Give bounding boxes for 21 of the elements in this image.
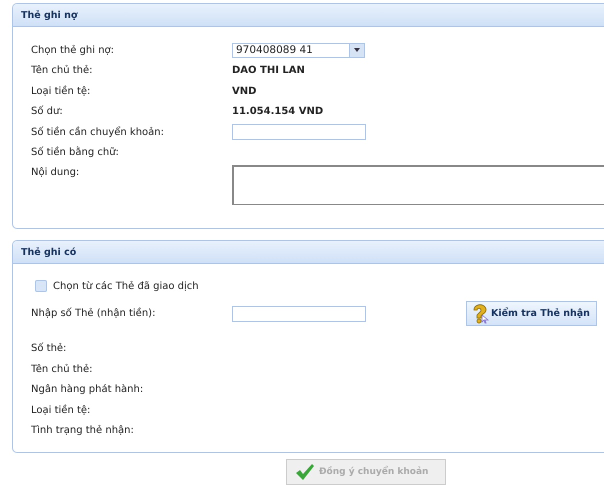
field-label: Ngân hàng phát hành: — [31, 384, 144, 396]
field-label: Loại tiền tệ: — [31, 404, 92, 416]
field-value: VND — [232, 86, 256, 97]
field-label: Loại tiền tệ: — [31, 86, 92, 97]
checkbox-label: Chọn từ các Thẻ đã giao dịch — [53, 280, 199, 292]
field-label: Số dư: — [31, 106, 64, 118]
field-label: Chọn thẻ ghi nợ: — [31, 44, 116, 56]
panel-title: Thẻ ghi nợ — [13, 4, 604, 27]
check-card-button[interactable]: Kiểm tra Thẻ nhận — [466, 301, 597, 326]
field-label: Tên chủ thẻ: — [31, 65, 94, 76]
field-label: Số tiền cần chuyển khoản: — [31, 126, 165, 138]
field-label: Số tiền bằng chữ: — [31, 147, 120, 158]
field-label: Tên chủ thẻ: — [31, 364, 94, 375]
field-label: Tình trạng thẻ nhận: — [31, 425, 135, 436]
field-label: Nhập số Thẻ (nhận tiền): — [31, 308, 156, 319]
field-value: DAO THI LAN — [232, 65, 305, 76]
field-label: Số thẻ: — [31, 343, 68, 354]
field-label: Nội dung: — [31, 167, 80, 178]
field-value: 11.054.154 VND — [232, 106, 324, 118]
card-dropdown[interactable]: 970408089 41 — [232, 42, 365, 58]
panel-title: Thẻ ghi có — [13, 241, 604, 264]
